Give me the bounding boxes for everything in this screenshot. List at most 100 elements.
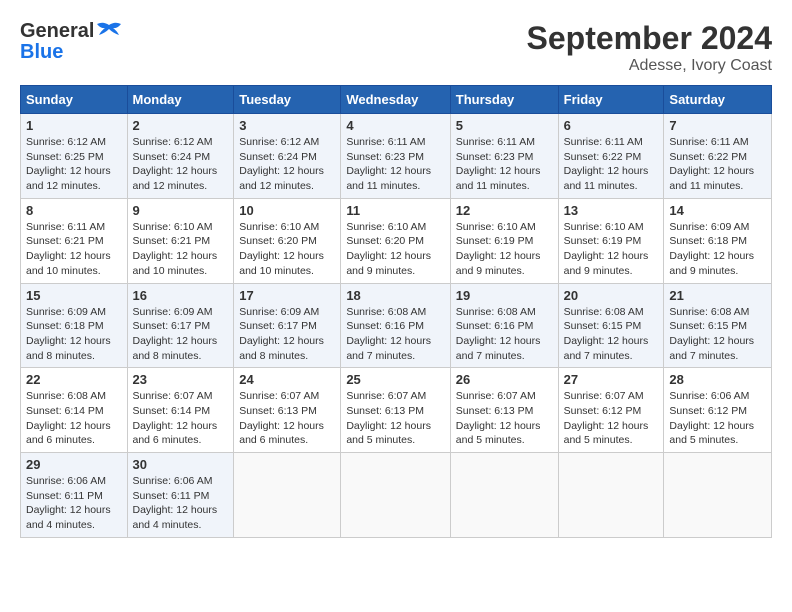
day-number: 24 (239, 372, 335, 387)
day-number: 1 (26, 118, 122, 133)
calendar-week-row: 1 Sunrise: 6:12 AMSunset: 6:25 PMDaylight… (21, 114, 772, 199)
day-info: Sunrise: 6:11 AMSunset: 6:23 PMDaylight:… (456, 135, 553, 194)
day-number: 13 (564, 203, 659, 218)
day-info: Sunrise: 6:09 AMSunset: 6:17 PMDaylight:… (133, 305, 229, 364)
calendar-cell: 6 Sunrise: 6:11 AMSunset: 6:22 PMDaylight… (558, 114, 664, 199)
day-info: Sunrise: 6:06 AMSunset: 6:11 PMDaylight:… (133, 474, 229, 533)
calendar-cell: 13Sunrise: 6:10 AMSunset: 6:19 PMDayligh… (558, 198, 664, 283)
day-info: Sunrise: 6:06 AMSunset: 6:12 PMDaylight:… (669, 389, 766, 448)
title-block: September 2024 Adesse, Ivory Coast (527, 20, 772, 75)
calendar-cell: 22 Sunrise: 6:08 AMSunset: 6:14 PMDayligh… (21, 368, 128, 453)
day-info: Sunrise: 6:07 AMSunset: 6:13 PMDaylight:… (456, 389, 553, 448)
day-number: 19 (456, 288, 553, 303)
day-info: Sunrise: 6:12 AMSunset: 6:24 PMDaylight:… (133, 135, 229, 194)
day-number: 18 (346, 288, 444, 303)
calendar-week-row: 15Sunrise: 6:09 AMSunset: 6:18 PMDayligh… (21, 283, 772, 368)
day-number: 6 (564, 118, 659, 133)
day-info: Sunrise: 6:08 AMSunset: 6:16 PMDaylight:… (346, 305, 444, 364)
calendar-cell (558, 453, 664, 538)
logo: General Blue (20, 20, 123, 64)
calendar-cell: 23 Sunrise: 6:07 AMSunset: 6:14 PMDayligh… (127, 368, 234, 453)
calendar-cell: 8 Sunrise: 6:11 AMSunset: 6:21 PMDaylight… (21, 198, 128, 283)
calendar-header-friday: Friday (558, 86, 664, 114)
calendar-header-sunday: Sunday (21, 86, 128, 114)
calendar-cell: 24 Sunrise: 6:07 AMSunset: 6:13 PMDayligh… (234, 368, 341, 453)
day-info: Sunrise: 6:11 AMSunset: 6:22 PMDaylight:… (669, 135, 766, 194)
calendar-header-tuesday: Tuesday (234, 86, 341, 114)
day-number: 12 (456, 203, 553, 218)
calendar-cell: 9 Sunrise: 6:10 AMSunset: 6:21 PMDaylight… (127, 198, 234, 283)
day-info: Sunrise: 6:10 AMSunset: 6:20 PMDaylight:… (239, 220, 335, 279)
day-info: Sunrise: 6:07 AMSunset: 6:13 PMDaylight:… (239, 389, 335, 448)
calendar-header-thursday: Thursday (450, 86, 558, 114)
calendar-cell (664, 453, 772, 538)
day-number: 21 (669, 288, 766, 303)
calendar-cell: 26Sunrise: 6:07 AMSunset: 6:13 PMDayligh… (450, 368, 558, 453)
page-subtitle: Adesse, Ivory Coast (527, 57, 772, 75)
day-info: Sunrise: 6:09 AMSunset: 6:18 PMDaylight:… (26, 305, 122, 364)
calendar-cell: 15Sunrise: 6:09 AMSunset: 6:18 PMDayligh… (21, 283, 128, 368)
day-number: 8 (26, 203, 122, 218)
calendar-cell (234, 453, 341, 538)
calendar-cell: 29 Sunrise: 6:06 AMSunset: 6:11 PMDayligh… (21, 453, 128, 538)
day-info: Sunrise: 6:12 AMSunset: 6:25 PMDaylight:… (26, 135, 122, 194)
calendar-table: SundayMondayTuesdayWednesdayThursdayFrid… (20, 85, 772, 538)
day-info: Sunrise: 6:06 AMSunset: 6:11 PMDaylight:… (26, 474, 122, 533)
day-number: 11 (346, 203, 444, 218)
day-number: 17 (239, 288, 335, 303)
day-info: Sunrise: 6:10 AMSunset: 6:20 PMDaylight:… (346, 220, 444, 279)
day-number: 4 (346, 118, 444, 133)
day-info: Sunrise: 6:10 AMSunset: 6:21 PMDaylight:… (133, 220, 229, 279)
day-info: Sunrise: 6:11 AMSunset: 6:22 PMDaylight:… (564, 135, 659, 194)
day-number: 14 (669, 203, 766, 218)
day-info: Sunrise: 6:10 AMSunset: 6:19 PMDaylight:… (456, 220, 553, 279)
calendar-header-row: SundayMondayTuesdayWednesdayThursdayFrid… (21, 86, 772, 114)
day-number: 5 (456, 118, 553, 133)
day-info: Sunrise: 6:09 AMSunset: 6:17 PMDaylight:… (239, 305, 335, 364)
header: General Blue September 2024 Adesse, Ivor… (20, 20, 772, 75)
calendar-cell: 27 Sunrise: 6:07 AMSunset: 6:12 PMDayligh… (558, 368, 664, 453)
calendar-cell: 2Sunrise: 6:12 AMSunset: 6:24 PMDaylight… (127, 114, 234, 199)
calendar-cell: 12 Sunrise: 6:10 AMSunset: 6:19 PMDayligh… (450, 198, 558, 283)
day-info: Sunrise: 6:07 AMSunset: 6:12 PMDaylight:… (564, 389, 659, 448)
calendar-cell: 16 Sunrise: 6:09 AMSunset: 6:17 PMDayligh… (127, 283, 234, 368)
day-info: Sunrise: 6:07 AMSunset: 6:14 PMDaylight:… (133, 389, 229, 448)
calendar-cell: 4Sunrise: 6:11 AMSunset: 6:23 PMDaylight… (341, 114, 450, 199)
calendar-cell: 3 Sunrise: 6:12 AMSunset: 6:24 PMDaylight… (234, 114, 341, 199)
page-title: September 2024 (527, 20, 772, 57)
day-number: 25 (346, 372, 444, 387)
day-info: Sunrise: 6:09 AMSunset: 6:18 PMDaylight:… (669, 220, 766, 279)
calendar-header-wednesday: Wednesday (341, 86, 450, 114)
logo-subtext: Blue (20, 41, 123, 64)
day-info: Sunrise: 6:07 AMSunset: 6:13 PMDaylight:… (346, 389, 444, 448)
day-number: 3 (239, 118, 335, 133)
day-info: Sunrise: 6:08 AMSunset: 6:15 PMDaylight:… (564, 305, 659, 364)
day-number: 23 (133, 372, 229, 387)
day-number: 9 (133, 203, 229, 218)
calendar-cell: 10 Sunrise: 6:10 AMSunset: 6:20 PMDayligh… (234, 198, 341, 283)
calendar-week-row: 22 Sunrise: 6:08 AMSunset: 6:14 PMDayligh… (21, 368, 772, 453)
day-number: 30 (133, 457, 229, 472)
calendar-cell: 30 Sunrise: 6:06 AMSunset: 6:11 PMDayligh… (127, 453, 234, 538)
day-number: 20 (564, 288, 659, 303)
day-info: Sunrise: 6:08 AMSunset: 6:16 PMDaylight:… (456, 305, 553, 364)
calendar-cell: 21Sunrise: 6:08 AMSunset: 6:15 PMDayligh… (664, 283, 772, 368)
calendar-week-row: 29 Sunrise: 6:06 AMSunset: 6:11 PMDayligh… (21, 453, 772, 538)
calendar-cell: 5 Sunrise: 6:11 AMSunset: 6:23 PMDaylight… (450, 114, 558, 199)
day-number: 22 (26, 372, 122, 387)
calendar-header-saturday: Saturday (664, 86, 772, 114)
calendar-cell (450, 453, 558, 538)
calendar-cell: 25 Sunrise: 6:07 AMSunset: 6:13 PMDayligh… (341, 368, 450, 453)
day-info: Sunrise: 6:08 AMSunset: 6:14 PMDaylight:… (26, 389, 122, 448)
day-number: 29 (26, 457, 122, 472)
calendar-cell (341, 453, 450, 538)
day-number: 27 (564, 372, 659, 387)
calendar-cell: 14 Sunrise: 6:09 AMSunset: 6:18 PMDayligh… (664, 198, 772, 283)
logo-bird-icon (95, 21, 123, 43)
day-info: Sunrise: 6:12 AMSunset: 6:24 PMDaylight:… (239, 135, 335, 194)
calendar-cell: 11 Sunrise: 6:10 AMSunset: 6:20 PMDayligh… (341, 198, 450, 283)
day-number: 10 (239, 203, 335, 218)
day-number: 16 (133, 288, 229, 303)
calendar-cell: 20 Sunrise: 6:08 AMSunset: 6:15 PMDayligh… (558, 283, 664, 368)
day-info: Sunrise: 6:11 AMSunset: 6:21 PMDaylight:… (26, 220, 122, 279)
